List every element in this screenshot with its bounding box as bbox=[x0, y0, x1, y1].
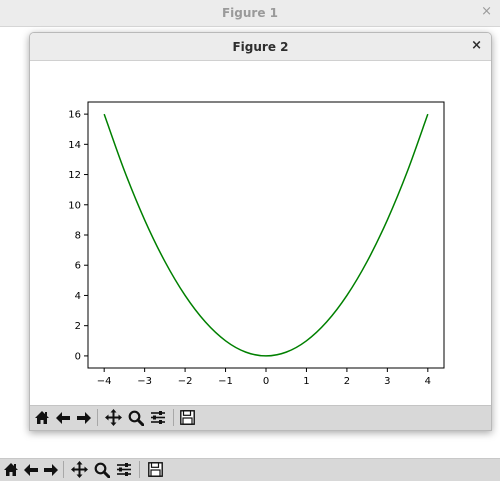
y-tick-label: 2 bbox=[75, 321, 81, 332]
pan-move-icon[interactable] bbox=[104, 408, 123, 427]
pan-move-icon[interactable] bbox=[70, 460, 89, 479]
x-tick-label: −2 bbox=[178, 376, 193, 387]
y-tick-label: 4 bbox=[75, 291, 81, 302]
figure2-titlebar[interactable]: Figure 2 × bbox=[30, 33, 491, 61]
y-tick-label: 14 bbox=[68, 140, 81, 151]
axes-frame bbox=[87, 101, 445, 369]
back-arrow-icon[interactable] bbox=[21, 460, 40, 479]
figure2-title: Figure 2 bbox=[232, 40, 289, 54]
line-chart: −4 −3 −2 −1 0 1 2 3 40246810121416 bbox=[68, 101, 445, 387]
figure1-toolbar bbox=[0, 458, 500, 481]
series-line bbox=[103, 113, 429, 357]
x-tick-label: −4 bbox=[97, 376, 112, 387]
figure1-close-icon[interactable]: × bbox=[481, 4, 492, 20]
x-tick-label: 4 bbox=[425, 376, 431, 387]
configure-subplots-icon[interactable] bbox=[114, 460, 133, 479]
y-tick-label: 12 bbox=[68, 170, 81, 181]
x-tick-label: 3 bbox=[384, 376, 390, 387]
forward-arrow-icon[interactable] bbox=[41, 460, 60, 479]
zoom-magnifier-icon[interactable] bbox=[126, 408, 145, 427]
toolbar-separator bbox=[139, 461, 140, 478]
x-tick-label: 2 bbox=[344, 376, 350, 387]
home-icon[interactable] bbox=[1, 460, 20, 479]
x-tick-label: 0 bbox=[263, 376, 269, 387]
figure2-window: Figure 2 × −4 −3 −2 −1 0 1 2 3 4 0 2 4 6 8 10 12 14 16 bbox=[29, 32, 492, 431]
save-disk-icon[interactable] bbox=[146, 460, 165, 479]
y-tick-label: 16 bbox=[68, 110, 81, 121]
figure1-title: Figure 1 bbox=[221, 6, 279, 20]
figure2-toolbar bbox=[30, 405, 491, 430]
forward-arrow-icon[interactable] bbox=[74, 408, 93, 427]
y-tick-label: 6 bbox=[75, 261, 81, 272]
figure2-close-icon[interactable]: × bbox=[471, 38, 482, 54]
home-icon[interactable] bbox=[32, 408, 51, 427]
zoom-magnifier-icon[interactable] bbox=[92, 460, 111, 479]
configure-subplots-icon[interactable] bbox=[148, 408, 167, 427]
back-arrow-icon[interactable] bbox=[53, 408, 72, 427]
y-tick-label: 8 bbox=[75, 231, 81, 242]
toolbar-separator bbox=[173, 409, 174, 426]
figure1-titlebar[interactable]: Figure 1 × bbox=[0, 0, 500, 27]
plot-canvas[interactable]: −4 −3 −2 −1 0 1 2 3 4 0 2 4 6 8 10 12 14 16 bbox=[30, 61, 491, 405]
x-tick-label: −1 bbox=[218, 376, 233, 387]
save-disk-icon[interactable] bbox=[178, 408, 197, 427]
toolbar-separator bbox=[63, 461, 64, 478]
x-tick-label: −3 bbox=[137, 376, 152, 387]
toolbar-separator bbox=[97, 409, 98, 426]
y-tick-label: 0 bbox=[75, 351, 81, 362]
x-tick-label: 1 bbox=[303, 376, 309, 387]
y-tick-label: 10 bbox=[68, 200, 81, 211]
